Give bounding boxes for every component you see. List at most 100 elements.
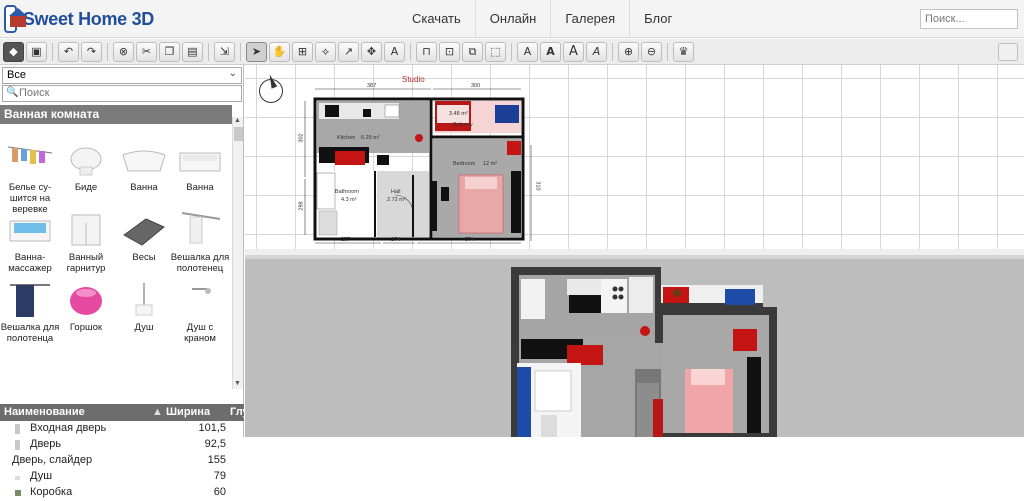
toolbar-separator [240, 42, 241, 61]
catalog-item[interactable]: Вешалка для полотенец [170, 209, 230, 274]
create-dimensions-icon[interactable]: ✥ [361, 41, 382, 62]
row-width: 60 [213, 486, 226, 498]
dimension-label: 174 [391, 237, 401, 243]
cut-icon[interactable]: ⊗ [113, 41, 134, 62]
catalog-item-label: Вешалка для полотенца [0, 322, 60, 344]
create-walls-icon[interactable]: ⊞ [292, 41, 313, 62]
catalog-item[interactable]: Душ [114, 279, 174, 333]
row-name: Входная дверь [30, 422, 107, 434]
row-name: Дверь, слайдер [12, 454, 93, 466]
brand-logo[interactable]: Sweet Home 3D [4, 3, 154, 35]
catalog-item[interactable]: Ванна [114, 139, 174, 193]
3d-view[interactable] [245, 259, 1024, 437]
category-select[interactable]: Все ⌄ [2, 67, 242, 84]
wall-icon[interactable]: ⧉ [462, 41, 483, 62]
room-icon[interactable]: ⬚ [485, 41, 506, 62]
nav-gallery[interactable]: Галерея [550, 0, 629, 38]
scroll-up-icon[interactable]: ▲ [234, 117, 241, 124]
catalog-item[interactable]: Ванна [170, 139, 230, 193]
category-select-value: Все [7, 69, 26, 81]
room-label-hall[interactable]: Hall [391, 189, 400, 195]
toolbar-separator [612, 42, 613, 61]
row-width: 79 [213, 470, 226, 482]
zoom-in-icon[interactable]: ⊕ [618, 41, 639, 62]
nav-download[interactable]: Скачать [398, 0, 475, 38]
site-search-input[interactable] [920, 9, 1018, 29]
layers-icon[interactable]: ◆ [3, 41, 24, 62]
add-furniture-icon[interactable]: ⇲ [214, 41, 235, 62]
undo-icon[interactable]: ↶ [58, 41, 79, 62]
catalog-scrollbar[interactable]: ▲ ▼ [232, 117, 243, 389]
catalog-item[interactable]: Вешалка для полотенца [0, 279, 60, 344]
bath-cabinet-icon [62, 209, 110, 249]
row-name: Дверь [30, 438, 62, 450]
catalog-item[interactable]: Белье су- шится на веревке [0, 139, 60, 215]
furniture-catalog: Белье су- шится на веревке Биде Ванна Ва… [0, 125, 232, 402]
nav-blog[interactable]: Блог [629, 0, 686, 38]
3d-render [511, 267, 777, 437]
catalog-item-label: Вешалка для полотенец [170, 252, 230, 274]
table-row[interactable]: Входная дверь 101,5 [0, 421, 244, 437]
toolbar-separator [667, 42, 668, 61]
nav-online[interactable]: Онлайн [474, 0, 551, 38]
dimension-label: 574 [465, 237, 475, 243]
italic-text-icon[interactable]: A [586, 41, 607, 62]
table-row[interactable]: Дверь, слайдер 155 [0, 453, 244, 469]
site-header: Sweet Home 3D Скачать Онлайн Галерея Бло… [0, 0, 1024, 38]
category-header: Ванная комната [0, 105, 232, 124]
3d-view-icon[interactable]: ♛ [673, 41, 694, 62]
redo-icon[interactable]: ↷ [81, 41, 102, 62]
catalog-item[interactable]: Ванный гарнитур [56, 209, 116, 274]
search-icon: 🔍 [6, 87, 19, 98]
towel-hanger-icon [6, 279, 54, 319]
catalog-item[interactable]: Биде [56, 139, 116, 193]
create-rooms-icon[interactable]: ⟡ [315, 41, 336, 62]
scroll-down-icon[interactable]: ▼ [234, 380, 241, 387]
zoom-out-icon[interactable]: ⊖ [641, 41, 662, 62]
toolbar-extra-button[interactable] [998, 42, 1018, 61]
table-row[interactable]: Коробка 60 [0, 485, 244, 501]
text-style-icon[interactable]: A [517, 41, 538, 62]
catalog-item[interactable]: Весы [114, 209, 174, 263]
bidet-icon [62, 139, 110, 179]
room-label-bathroom[interactable]: Bathroom [335, 189, 359, 195]
scissors-icon[interactable]: ✂ [136, 41, 157, 62]
shower-item-icon [15, 476, 20, 480]
catalog-item[interactable]: Душ с краном [170, 279, 230, 344]
dimension-label: 298 [298, 201, 305, 211]
room-label-kitchen[interactable]: Kitchen [337, 135, 355, 141]
catalog-search-input[interactable]: 🔍 Поиск [2, 85, 242, 102]
bold-text-icon[interactable]: A [540, 41, 561, 62]
catalog-item[interactable]: Горшок [56, 279, 116, 333]
select-arrow-icon[interactable]: ➤ [246, 41, 267, 62]
view-plan-icon[interactable]: ▣ [26, 41, 47, 62]
column-width-header[interactable]: Ширина [166, 406, 210, 418]
room-area-kitchen: 6.25 m² [361, 135, 380, 141]
row-name: Душ [30, 470, 53, 482]
jacuzzi-icon [6, 209, 54, 249]
shower-tap-icon [176, 279, 224, 319]
brand-name: Sweet Home 3D [22, 8, 154, 29]
table-row[interactable]: Дверь 92,5 [0, 437, 244, 453]
catalog-item[interactable]: Ванна- массажер [0, 209, 60, 274]
scrollbar-thumb[interactable] [234, 127, 243, 141]
room-label-balcony[interactable]: Balcony [453, 122, 473, 128]
room-area-balcony: 3.48 m² [449, 111, 468, 117]
catalog-item-label: Душ с краном [184, 322, 216, 344]
column-name-header[interactable]: Наименование [4, 406, 85, 418]
table-row[interactable]: Душ 79 [0, 469, 244, 485]
paste-icon[interactable]: ▤ [182, 41, 203, 62]
plan-view[interactable]: Studio Kitchen 6.25 m² 3.48 m² Balcony B… [245, 65, 1024, 255]
create-labels-icon[interactable]: A [384, 41, 405, 62]
window-icon[interactable]: ⊡ [439, 41, 460, 62]
catalog-item-label: Душ [134, 322, 154, 333]
dimension-label: 302 [298, 133, 305, 143]
increase-text-icon[interactable]: A [563, 41, 584, 62]
create-polylines-icon[interactable]: ↗ [338, 41, 359, 62]
door-icon[interactable]: ⊓ [416, 41, 437, 62]
row-width: 101,5 [198, 422, 226, 434]
room-label-bedroom[interactable]: Bedroom [453, 161, 475, 167]
pan-hand-icon[interactable]: ✋ [269, 41, 290, 62]
catalog-item-label: Ванный гарнитур [66, 252, 106, 274]
copy-icon[interactable]: ❐ [159, 41, 180, 62]
